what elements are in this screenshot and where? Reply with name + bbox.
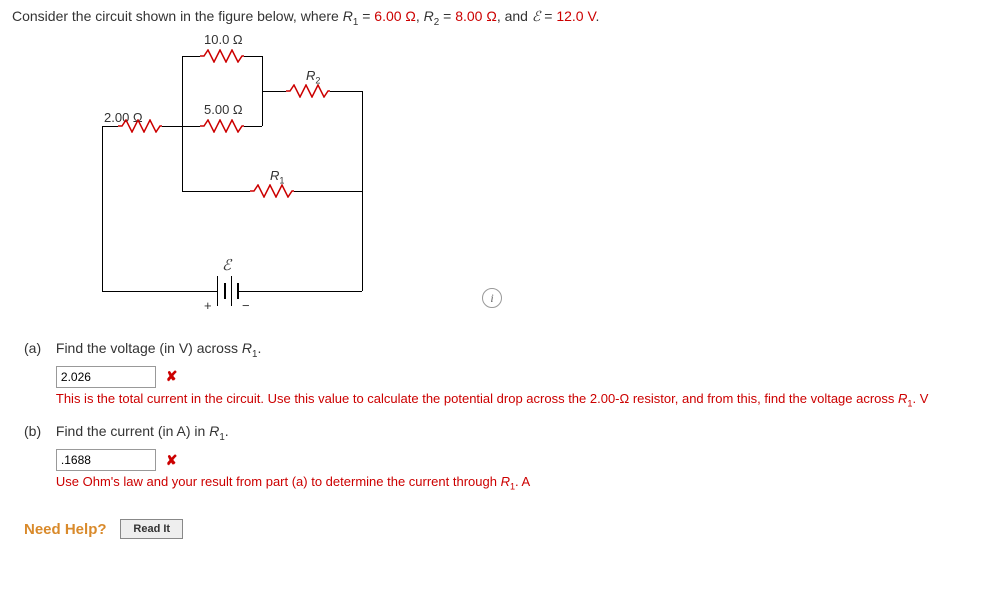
wrong-icon: ✘: [166, 452, 178, 469]
intro-end: .: [596, 8, 600, 24]
part-b-label: (b): [24, 423, 52, 439]
eq2: =: [439, 8, 455, 24]
battery-plus: +: [204, 298, 212, 313]
resistor-5ohm: [200, 119, 244, 133]
intro-text: Consider the circuit shown in the figure…: [12, 8, 343, 24]
read-it-button[interactable]: Read It: [120, 519, 183, 539]
need-help-label: Need Help?: [24, 521, 107, 538]
resistor-10ohm: [200, 49, 244, 63]
part-a-feedback: This is the total current in the circuit…: [56, 390, 986, 410]
emf-value: 12.0 V: [556, 8, 595, 24]
part-b-input[interactable]: [56, 449, 156, 471]
part-a-input[interactable]: [56, 366, 156, 388]
eq1: =: [358, 8, 374, 24]
label-r1: R1: [270, 168, 284, 186]
part-a: (a) Find the voltage (in V) across R1. ✘…: [24, 340, 995, 410]
sep1: ,: [416, 8, 424, 24]
label-emf: ℰ: [222, 256, 231, 275]
r1-value: 6.00 Ω: [374, 8, 416, 24]
resistor-2ohm: [118, 119, 162, 133]
part-b: (b) Find the current (in A) in R1. ✘ Use…: [24, 423, 995, 493]
eq3: =: [540, 8, 556, 24]
r2-var: R: [424, 8, 434, 24]
info-icon[interactable]: i: [482, 288, 502, 308]
resistor-r2: [286, 84, 330, 98]
need-help-row: Need Help? Read It: [24, 519, 995, 539]
battery-minus: −: [242, 298, 250, 313]
resistor-r1: [250, 184, 294, 198]
question-intro: Consider the circuit shown in the figure…: [12, 8, 995, 28]
label-5ohm: 5.00 Ω: [204, 102, 243, 117]
r1-var: R: [343, 8, 353, 24]
part-b-prompt: Find the current (in A) in R1.: [56, 423, 986, 443]
sep2: , and: [497, 8, 532, 24]
circuit-diagram: 10.0 Ω 5.00 Ω 2.00 Ω R2 R1 ℰ: [82, 36, 442, 326]
part-a-label: (a): [24, 340, 52, 356]
part-a-prompt: Find the voltage (in V) across R1.: [56, 340, 986, 360]
part-b-feedback: Use Ohm's law and your result from part …: [56, 473, 986, 493]
label-10ohm: 10.0 Ω: [204, 32, 243, 47]
label-r2: R2: [306, 68, 320, 86]
wrong-icon: ✘: [166, 368, 178, 385]
r2-value: 8.00 Ω: [455, 8, 497, 24]
